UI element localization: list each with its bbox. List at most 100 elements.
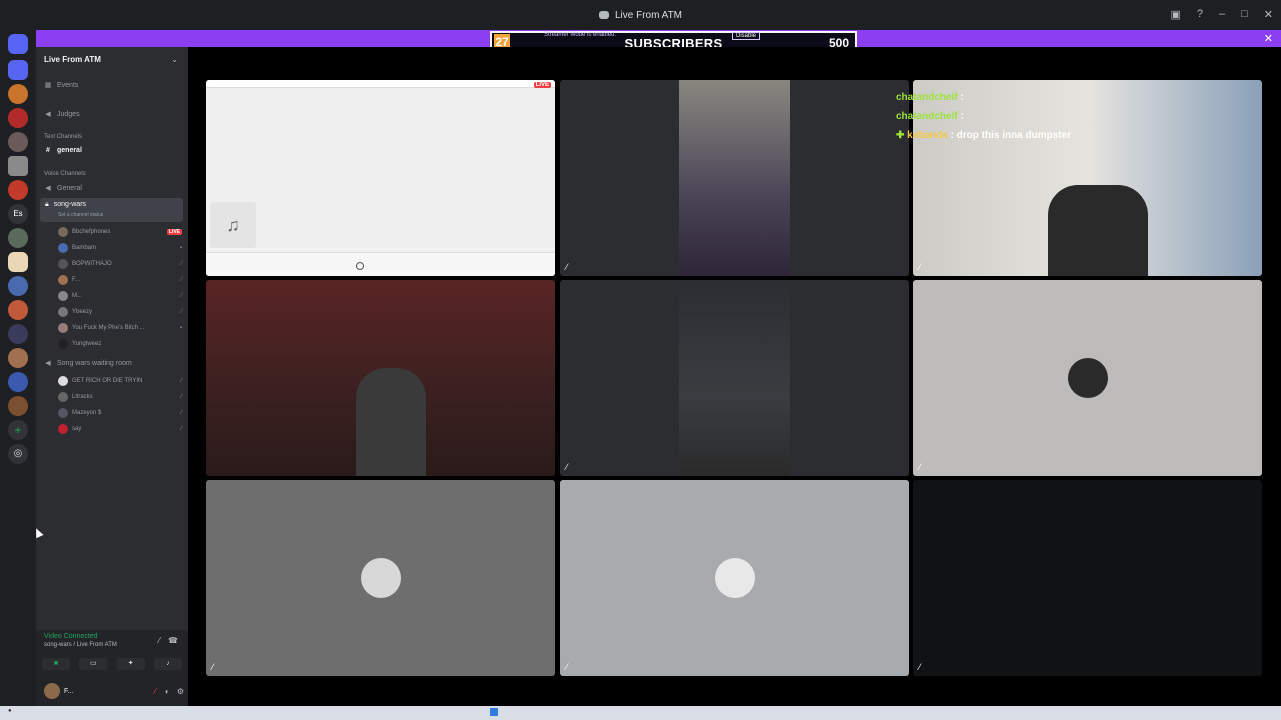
voice-user[interactable]: F... ⁄ (58, 275, 182, 285)
voice-user[interactable]: GET RICH OR DIE TRYIN ⁄ (58, 376, 182, 386)
close-window-button[interactable]: ✕ (1264, 8, 1273, 21)
noise-suppression-icon[interactable]: ⁄ (159, 636, 160, 645)
webcam-feed (679, 280, 790, 476)
hash-icon: # (46, 147, 50, 154)
channel-judges[interactable]: ◀ Judges (44, 110, 79, 119)
server-icon[interactable] (8, 372, 28, 392)
stream-chat-overlay: chatandcheif : chatandcheif : ✚ kebands … (896, 88, 1071, 145)
chevron-down-icon[interactable]: ⌄ (171, 55, 178, 64)
voice-user[interactable]: M... ⁄ (58, 291, 182, 301)
close-banner-icon[interactable]: ✕ (1264, 32, 1273, 45)
activity-button[interactable]: ✦ (116, 658, 145, 670)
channel-song-wars[interactable]: 🔒︎ song-wars Set a channel status (40, 198, 183, 222)
avatar (1067, 358, 1108, 398)
server-icon[interactable] (8, 300, 28, 320)
video-icon: ▪ (179, 325, 182, 331)
server-icon[interactable] (8, 276, 28, 296)
discover-icon[interactable]: ◎ (8, 444, 28, 464)
video-tile-screenshare[interactable]: LIVE ♫ (206, 80, 555, 276)
channel-events[interactable]: ▦ Events (44, 81, 79, 90)
calendar-icon: ▦ (44, 82, 52, 89)
avatar[interactable] (44, 683, 60, 699)
voice-user[interactable]: Ybeezy ⁄ (58, 307, 182, 317)
server-icon[interactable] (8, 132, 28, 152)
muted-icon: ⁄ (180, 261, 182, 267)
server-icon[interactable] (8, 84, 28, 104)
video-tile[interactable]: ⁄ (913, 480, 1262, 676)
camera-button[interactable]: ■ (42, 658, 70, 670)
avatar (58, 307, 68, 317)
voice-user[interactable]: say ⁄ (58, 424, 182, 434)
mute-mic-icon[interactable]: ⁄ (155, 687, 156, 696)
server-icon[interactable] (8, 156, 28, 176)
user-name: Bambam (72, 245, 97, 251)
chat-separator: : (957, 111, 964, 122)
soundboard-button[interactable]: ♪ (153, 658, 182, 670)
muted-icon: ⁄ (566, 462, 568, 472)
disconnect-icon[interactable]: ☎ (168, 636, 178, 645)
voice-user[interactable]: Bambam ▪ (58, 243, 182, 253)
video-stage: LIVE ♫ ⁄ ⁄ ⁄ ⁄ ⁄ ⁄ ⁄ (188, 47, 1281, 706)
user-name: Yungtweez (72, 341, 102, 347)
server-icon[interactable] (8, 108, 28, 128)
channel-status[interactable]: Set a channel status (58, 212, 103, 218)
add-server-icon[interactable]: + (8, 420, 28, 440)
user-name: Mazeyon $ (72, 410, 102, 416)
channel-label: general (57, 147, 82, 154)
server-icon[interactable] (8, 180, 28, 200)
video-tile[interactable]: ⁄ (913, 280, 1262, 476)
video-tile[interactable]: ⁄ (560, 280, 909, 476)
video-tile[interactable] (206, 280, 555, 476)
muted-icon: ⁄ (180, 378, 182, 384)
user-panel-name[interactable]: F... (64, 688, 73, 695)
weather-icon[interactable]: ● (8, 708, 12, 714)
server-icon-es[interactable]: Es (8, 204, 28, 224)
voice-connected-location[interactable]: song-wars / Live From ATM (44, 642, 117, 648)
user-name: Lltracks (72, 394, 93, 400)
maximize-button[interactable]: □ (1241, 8, 1248, 21)
direct-messages-icon[interactable] (8, 34, 28, 54)
user-name: BOPWITHAJO (72, 261, 112, 267)
speaker-icon: ◀ (45, 185, 51, 192)
server-name[interactable]: Live From ATM (44, 55, 101, 64)
minimize-button[interactable]: – (1219, 8, 1225, 21)
video-tile[interactable]: ⁄ (560, 480, 909, 676)
headset-icon[interactable]: ◖ (164, 687, 169, 696)
help-icon[interactable]: ? (1197, 8, 1203, 21)
voice-user[interactable]: Mazeyon $ ⁄ (58, 408, 182, 418)
chat-message: ✚ kebands : drop this inna dumpster (896, 126, 1071, 145)
voice-user[interactable]: BOPWITHAJO ⁄ (58, 259, 182, 269)
channel-general-text[interactable]: # general (44, 147, 82, 154)
voice-user[interactable]: You Fuck My Phe's Bitch ... ▪ (58, 323, 182, 333)
voice-user[interactable]: Lltracks ⁄ (58, 392, 182, 402)
video-tile[interactable]: ⁄ (560, 80, 909, 276)
video-tile[interactable]: ⁄ (206, 480, 555, 676)
server-icon-lfa[interactable] (8, 60, 28, 80)
server-icon[interactable] (8, 228, 28, 248)
inbox-icon[interactable]: ▣ (1170, 8, 1180, 21)
voice-panel: Video Connected song-wars / Live From AT… (36, 630, 188, 706)
avatar (58, 291, 68, 301)
server-icon[interactable] (8, 348, 28, 368)
screenshare-topbar (206, 80, 555, 88)
muted-icon: ⁄ (180, 277, 182, 283)
server-icon[interactable] (8, 252, 28, 272)
channel-waiting-room[interactable]: ◀ Song wars waiting room (44, 359, 131, 368)
webcam-person (1048, 185, 1148, 276)
live-badge: LIVE (533, 82, 551, 88)
voice-user[interactable]: Yungtweez (58, 339, 182, 349)
server-icon[interactable] (8, 396, 28, 416)
channel-general-voice[interactable]: ◀ General (44, 184, 82, 193)
category-text-channels[interactable]: Text Channels (44, 134, 82, 140)
settings-gear-icon[interactable]: ⚙ (177, 687, 184, 696)
category-voice-channels[interactable]: Voice Channels (44, 171, 86, 177)
webcam-feed (679, 80, 790, 276)
user-controls: ⁄ ◖ ⚙ (155, 687, 184, 696)
webcam-person (356, 368, 426, 476)
screen-share-button[interactable]: ▭ (79, 658, 108, 670)
voice-user[interactable]: Bbchefphones LIVE (58, 227, 182, 237)
muted-icon: ⁄ (180, 394, 182, 400)
voice-connected-status[interactable]: Video Connected (44, 633, 98, 640)
server-icon[interactable] (8, 324, 28, 344)
start-icon[interactable] (490, 708, 498, 716)
